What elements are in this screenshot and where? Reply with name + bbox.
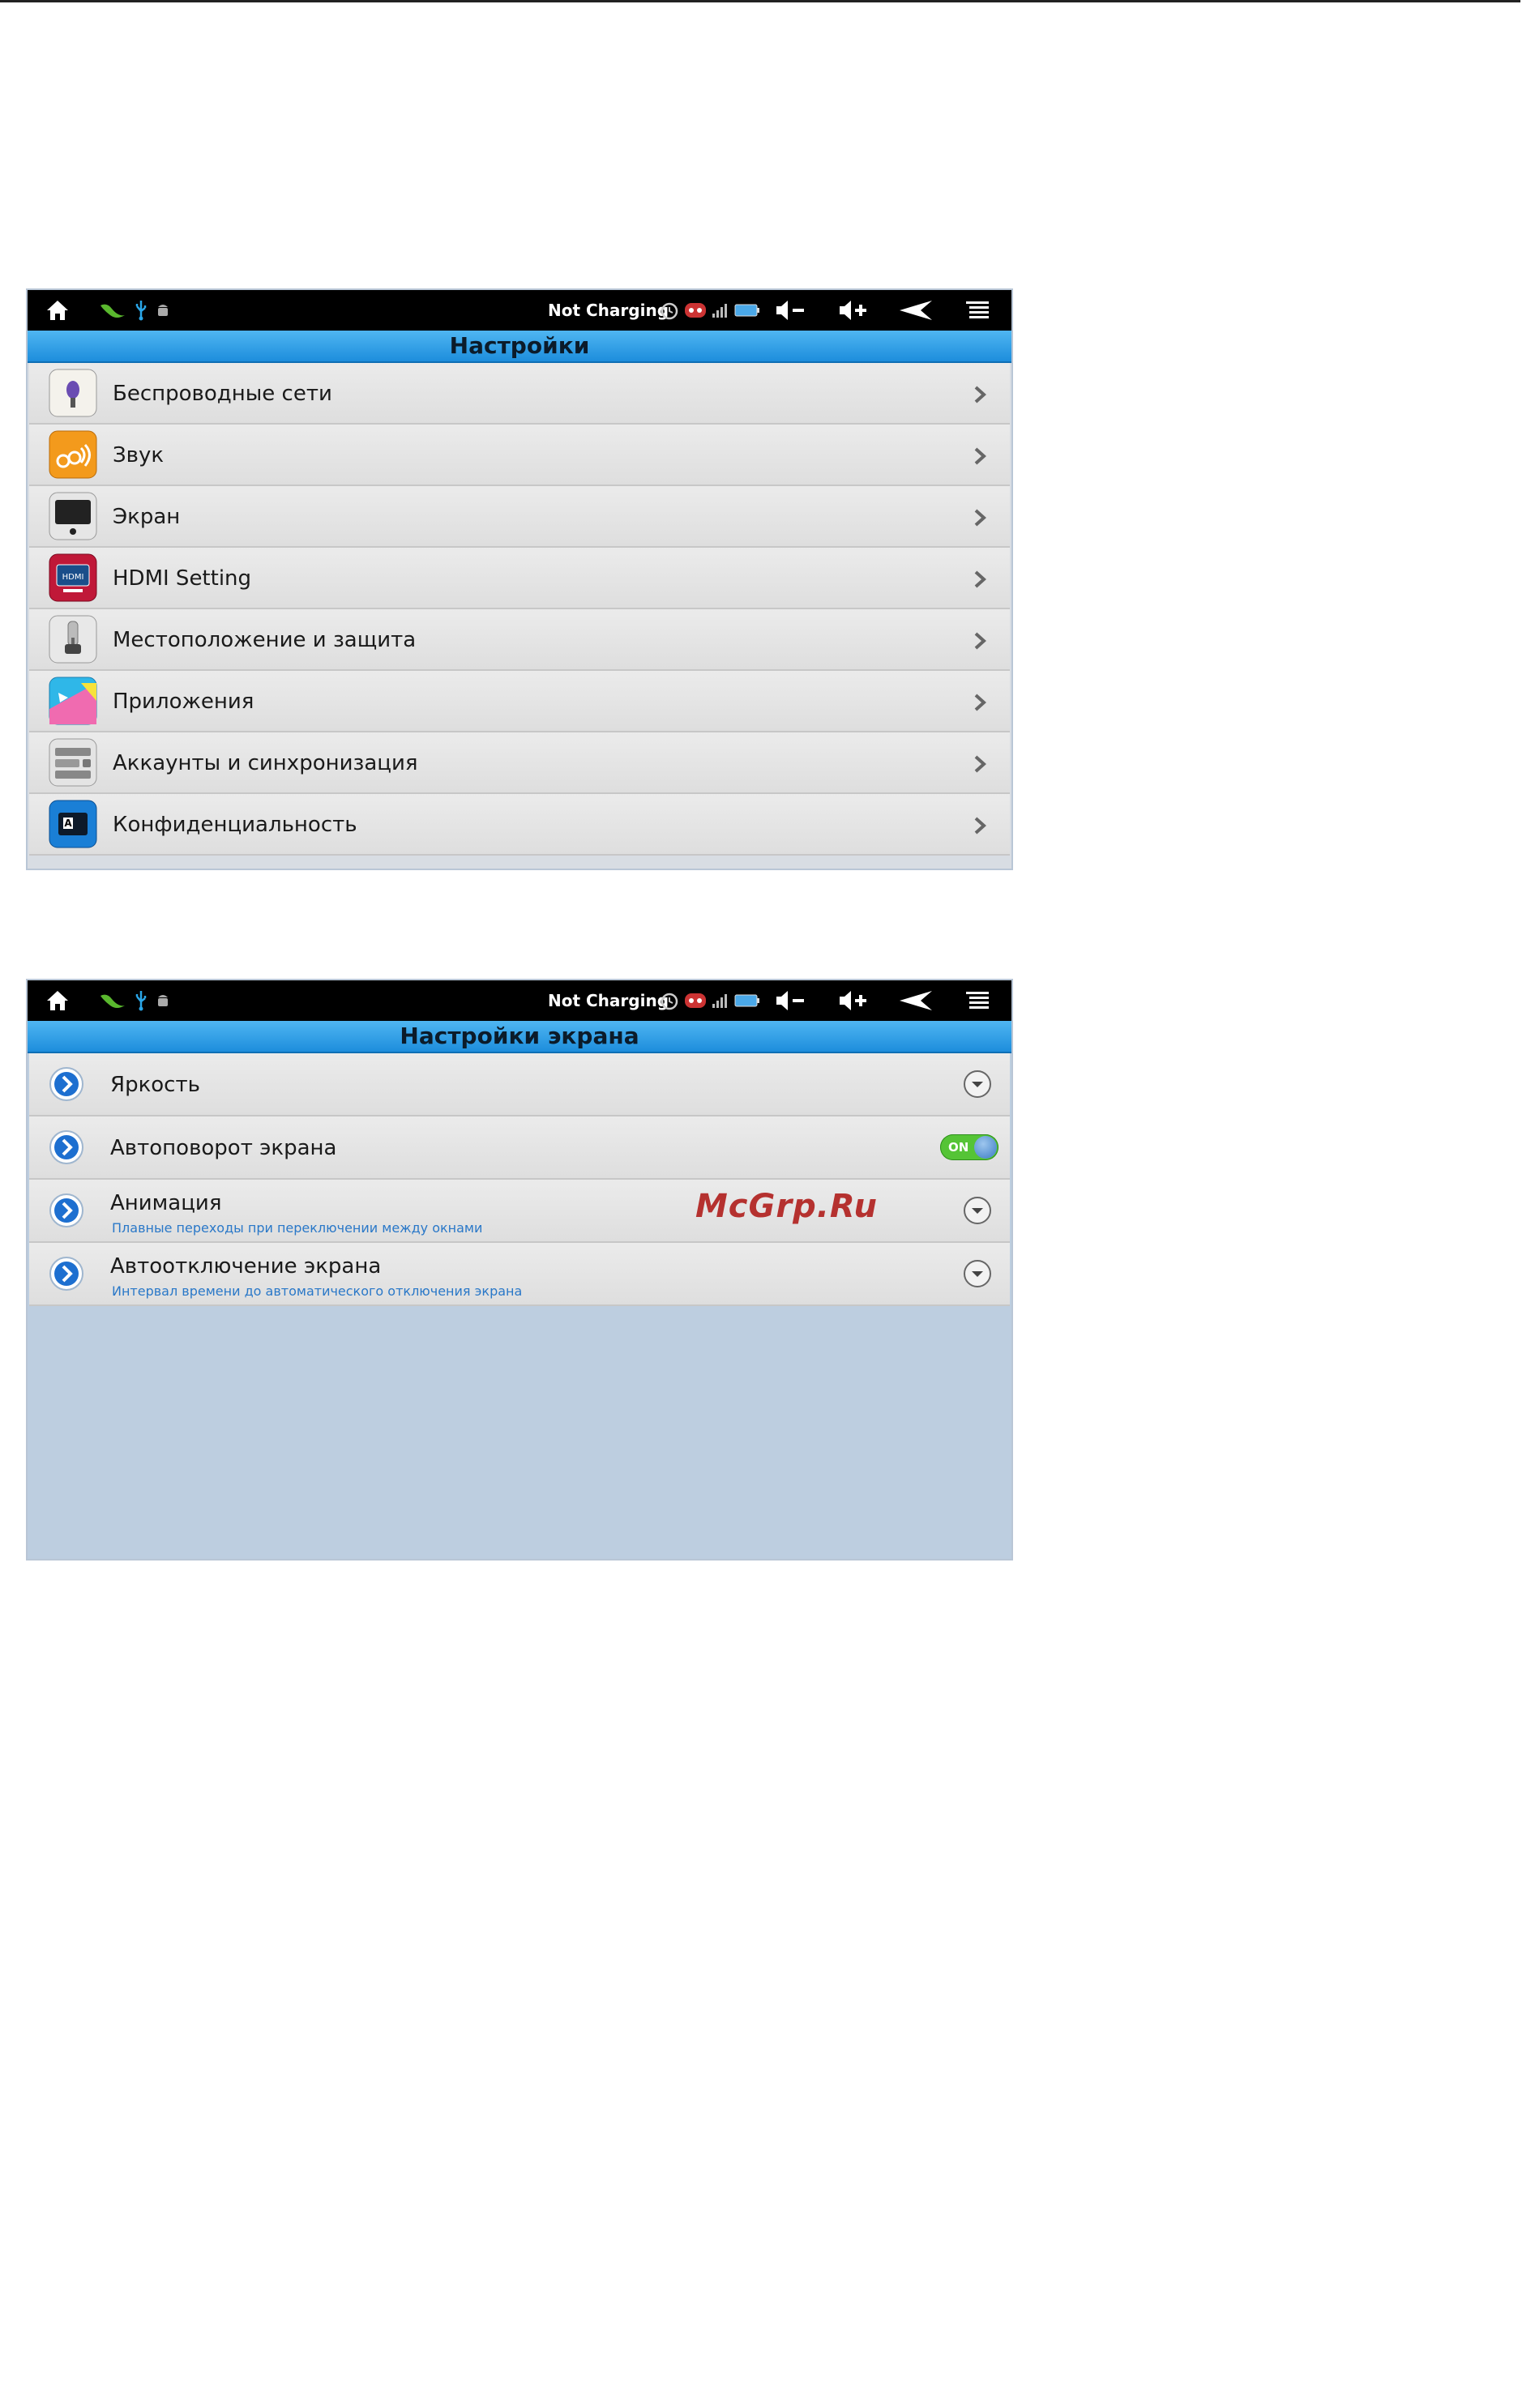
settings-item-label: Приложения — [113, 690, 254, 714]
android-debug-icon — [158, 995, 168, 1006]
setting-auto-rotate[interactable]: Автоповорот экрана ON — [29, 1116, 1010, 1180]
settings-item-label: Конфиденциальность — [113, 813, 357, 837]
arrow-bullet-icon — [49, 1067, 83, 1101]
notification-icons — [99, 980, 170, 1021]
chevron-right-icon — [974, 755, 986, 773]
arrow-bullet-icon — [49, 1193, 83, 1227]
battery-icon — [734, 994, 759, 1007]
chevron-down-icon[interactable] — [963, 1196, 992, 1225]
back-icon[interactable] — [898, 290, 934, 331]
display-settings-screen: Not Charging Настройки экрана Яркость Ав… — [26, 979, 1013, 1561]
chevron-right-icon — [974, 447, 986, 465]
chevron-right-icon — [974, 817, 986, 835]
privacy-icon: A — [49, 800, 97, 848]
volume-down-icon[interactable] — [775, 980, 806, 1021]
page-title: Настройки — [28, 331, 1011, 363]
setting-description: Плавные переходы при переключении между … — [112, 1220, 483, 1236]
settings-item-label: Беспроводные сети — [113, 382, 332, 406]
settings-list: Беспроводные сети Звук Экран HDMI HDMI S… — [29, 363, 1010, 856]
page-top-rule — [0, 0, 1520, 2]
arrow-bullet-icon — [49, 1130, 83, 1164]
accounts-sync-icon — [49, 738, 97, 787]
battery-status-text: Not Charging — [548, 991, 669, 1010]
volume-up-icon[interactable] — [838, 980, 869, 1021]
battery-icon — [734, 304, 759, 317]
page-title: Настройки экрана — [28, 1021, 1011, 1053]
battery-status-text: Not Charging — [548, 301, 669, 320]
alarm-icon — [661, 302, 678, 320]
chevron-down-icon[interactable] — [963, 1070, 992, 1099]
system-icons — [660, 980, 760, 1021]
chevron-right-icon — [974, 386, 986, 403]
settings-item-sound[interactable]: Звук — [29, 425, 1010, 486]
sound-icon — [49, 430, 97, 479]
auto-rotate-toggle[interactable]: ON — [940, 1134, 998, 1160]
notification-leaf-icon — [100, 304, 125, 318]
setting-description: Интервал времени до автоматического откл… — [112, 1283, 523, 1299]
signal-badge-icon — [685, 303, 706, 318]
chevron-down-icon[interactable] — [963, 1259, 992, 1288]
signal-strength-icon — [712, 304, 727, 318]
location-security-icon — [49, 615, 97, 664]
menu-icon[interactable] — [964, 980, 990, 1021]
settings-item-hdmi[interactable]: HDMI HDMI Setting — [29, 548, 1010, 609]
setting-screen-timeout[interactable]: Автоотключение экрана Интервал времени д… — [29, 1243, 1010, 1306]
settings-item-label: Аккаунты и синхронизация — [113, 751, 418, 775]
chevron-right-icon — [974, 509, 986, 527]
applications-icon — [49, 677, 97, 725]
watermark: McGrp.Ru — [695, 1188, 878, 1225]
back-icon[interactable] — [898, 980, 934, 1021]
settings-item-label: Местоположение и защита — [113, 628, 417, 652]
notification-icons — [99, 290, 170, 331]
home-icon[interactable] — [45, 290, 70, 331]
settings-item-label: HDMI Setting — [113, 566, 252, 591]
setting-label: Анимация — [110, 1191, 222, 1215]
signal-badge-icon — [685, 993, 706, 1008]
notification-leaf-icon — [100, 994, 125, 1008]
settings-item-privacy[interactable]: A Конфиденциальность — [29, 794, 1010, 856]
svg-text:A: A — [64, 818, 72, 829]
home-icon[interactable] — [45, 980, 70, 1021]
chevron-right-icon — [974, 632, 986, 650]
chevron-right-icon — [974, 694, 986, 711]
setting-label: Яркость — [110, 1073, 200, 1097]
chevron-right-icon — [974, 570, 986, 588]
alarm-icon — [661, 993, 678, 1010]
arrow-bullet-icon — [49, 1257, 83, 1291]
usb-icon — [135, 301, 147, 321]
svg-text:HDMI: HDMI — [62, 573, 84, 582]
status-bar: Not Charging — [28, 290, 1011, 331]
setting-brightness[interactable]: Яркость — [29, 1053, 1010, 1116]
display-icon — [49, 492, 97, 540]
settings-item-location-security[interactable]: Местоположение и защита — [29, 609, 1010, 671]
settings-item-label: Экран — [113, 505, 181, 529]
menu-icon[interactable] — [964, 290, 990, 331]
wireless-icon — [49, 369, 97, 417]
signal-strength-icon — [712, 994, 727, 1008]
settings-item-label: Звук — [113, 443, 165, 468]
settings-item-accounts-sync[interactable]: Аккаунты и синхронизация — [29, 732, 1010, 794]
settings-item-wireless[interactable]: Беспроводные сети — [29, 363, 1010, 425]
settings-screen: Not Charging Настройки Беспроводные сети — [26, 288, 1013, 870]
setting-label: Автоотключение экрана — [110, 1254, 382, 1279]
hdmi-icon: HDMI — [49, 553, 97, 602]
usb-icon — [135, 991, 147, 1011]
settings-item-applications[interactable]: Приложения — [29, 671, 1010, 732]
toggle-knob — [974, 1136, 997, 1159]
toggle-state-text: ON — [948, 1140, 969, 1155]
setting-label: Автоповорот экрана — [110, 1136, 337, 1160]
system-icons — [660, 290, 760, 331]
volume-up-icon[interactable] — [838, 290, 869, 331]
display-settings-list: Яркость Автоповорот экрана ON Анимация П… — [29, 1053, 1010, 1306]
volume-down-icon[interactable] — [775, 290, 806, 331]
status-bar: Not Charging — [28, 980, 1011, 1021]
android-debug-icon — [158, 305, 168, 316]
settings-item-display[interactable]: Экран — [29, 486, 1010, 548]
